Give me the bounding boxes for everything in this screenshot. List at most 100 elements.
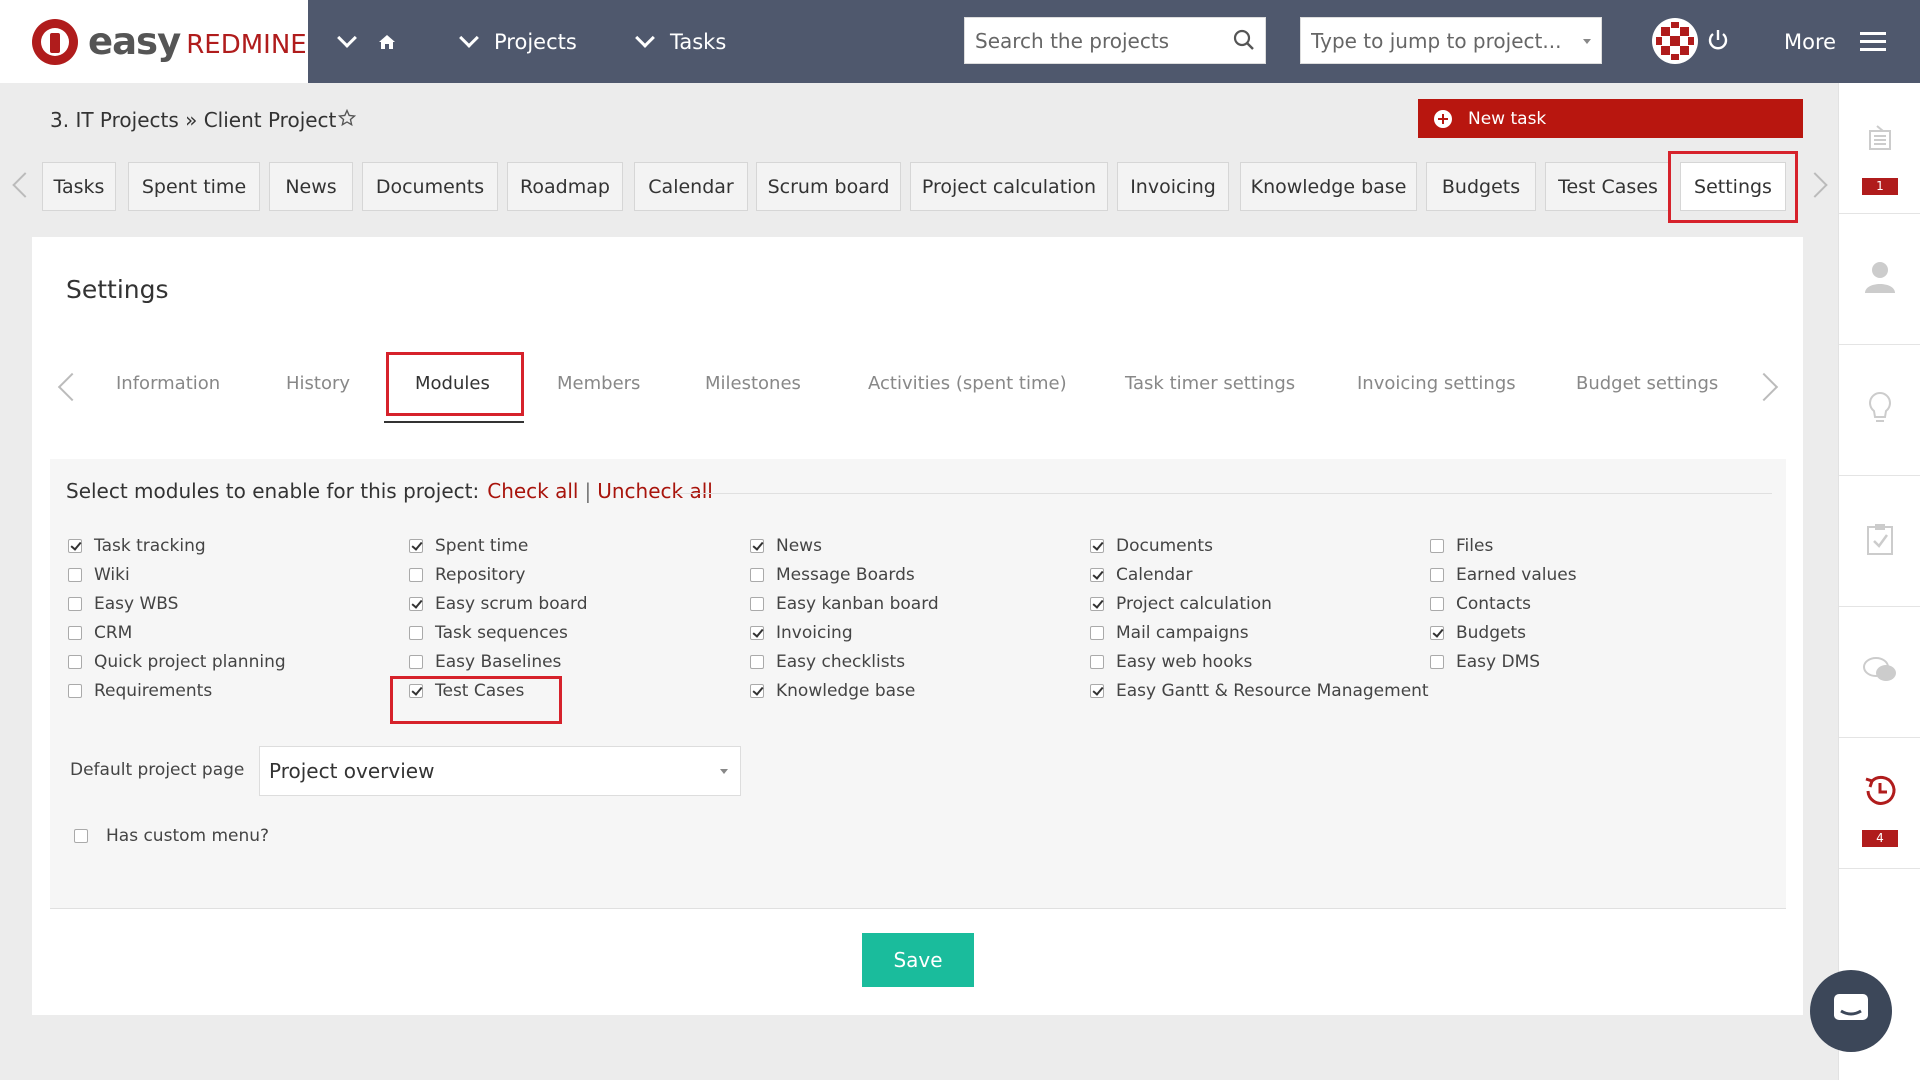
module-option[interactable]: Requirements	[68, 681, 212, 701]
module-option[interactable]: Easy Baselines	[409, 652, 561, 672]
module-checkbox[interactable]	[1090, 626, 1104, 640]
module-option[interactable]: Files	[1430, 536, 1493, 556]
power-icon[interactable]	[1707, 28, 1729, 56]
module-option[interactable]: Earned values	[1430, 565, 1577, 585]
module-option[interactable]: Spent time	[409, 536, 528, 556]
module-checkbox[interactable]	[750, 539, 764, 553]
jump-to-project-input[interactable]	[1311, 28, 1571, 53]
module-checkbox[interactable]	[68, 568, 82, 582]
module-checkbox[interactable]	[1090, 597, 1104, 611]
tasks-menu[interactable]: Tasks	[635, 0, 726, 83]
module-option[interactable]: Easy checklists	[750, 652, 905, 672]
check-all-link[interactable]: Check all	[487, 479, 578, 503]
tab-project-calculation[interactable]: Project calculation	[910, 162, 1108, 211]
module-checkbox[interactable]	[1430, 539, 1444, 553]
tab-knowledge-base[interactable]: Knowledge base	[1240, 162, 1417, 211]
module-checkbox[interactable]	[1090, 655, 1104, 669]
module-option[interactable]: CRM	[68, 623, 132, 643]
module-checkbox[interactable]	[750, 655, 764, 669]
default-page-select[interactable]: Project overview	[259, 746, 741, 796]
module-checkbox[interactable]	[68, 539, 82, 553]
module-option[interactable]: Easy web hooks	[1090, 652, 1252, 672]
tab-budgets[interactable]: Budgets	[1426, 162, 1536, 211]
module-checkbox[interactable]	[1430, 568, 1444, 582]
settings-tabs-right-icon[interactable]	[1749, 372, 1779, 402]
module-option[interactable]: Mail campaigns	[1090, 623, 1249, 643]
search-icon[interactable]	[1233, 29, 1255, 55]
avatar[interactable]	[1652, 18, 1698, 64]
scroll-left-icon[interactable]	[12, 172, 38, 198]
jump-to-project[interactable]	[1300, 17, 1602, 64]
module-option[interactable]: News	[750, 536, 822, 556]
save-button[interactable]: Save	[862, 933, 974, 987]
module-checkbox[interactable]	[68, 655, 82, 669]
new-task-button[interactable]: New task	[1418, 99, 1803, 138]
breadcrumb-text[interactable]: 3. IT Projects » Client Project	[50, 108, 336, 132]
module-option[interactable]: Easy kanban board	[750, 594, 939, 614]
tab-calendar[interactable]: Calendar	[634, 162, 748, 211]
tab-news[interactable]: News	[269, 162, 353, 211]
settings-tabs-left-icon[interactable]	[57, 372, 87, 402]
module-option[interactable]: Budgets	[1430, 623, 1526, 643]
module-checkbox[interactable]	[409, 539, 423, 553]
module-checkbox[interactable]	[68, 684, 82, 698]
custom-menu-option[interactable]: Has custom menu?	[74, 826, 269, 846]
module-checkbox[interactable]	[409, 626, 423, 640]
module-checkbox[interactable]	[1090, 539, 1104, 553]
tab-invoicing-settings[interactable]: Invoicing settings	[1357, 373, 1516, 394]
module-option[interactable]: Message Boards	[750, 565, 915, 585]
sidebar-item-history[interactable]: 4	[1839, 738, 1920, 869]
tab-tasks[interactable]: Tasks	[42, 162, 116, 211]
tab-information[interactable]: Information	[116, 373, 220, 394]
module-checkbox[interactable]	[68, 626, 82, 640]
module-checkbox[interactable]	[1430, 597, 1444, 611]
module-checkbox[interactable]	[1430, 655, 1444, 669]
module-checkbox[interactable]	[750, 568, 764, 582]
module-checkbox[interactable]	[409, 597, 423, 611]
sidebar-item-chat[interactable]	[1839, 607, 1920, 738]
star-icon[interactable]	[338, 108, 357, 132]
module-checkbox[interactable]	[1430, 626, 1444, 640]
module-checkbox[interactable]	[409, 568, 423, 582]
tab-test-cases[interactable]: Test Cases	[1545, 162, 1671, 211]
module-option[interactable]: Contacts	[1430, 594, 1531, 614]
module-option[interactable]: Easy scrum board	[409, 594, 588, 614]
scroll-right-icon[interactable]	[1802, 172, 1828, 198]
tab-spent-time[interactable]: Spent time	[128, 162, 260, 211]
module-checkbox[interactable]	[68, 597, 82, 611]
tab-task-timer-settings[interactable]: Task timer settings	[1125, 373, 1295, 394]
module-option[interactable]: Knowledge base	[750, 681, 915, 701]
tab-members[interactable]: Members	[557, 373, 640, 394]
sidebar-item-user[interactable]	[1839, 214, 1920, 345]
projects-menu[interactable]: Projects	[459, 0, 577, 83]
tab-scrum-board[interactable]: Scrum board	[756, 162, 901, 211]
sidebar-item-my-tasks[interactable]: 1	[1839, 83, 1920, 214]
module-option[interactable]: Task sequences	[409, 623, 568, 643]
module-option[interactable]: Repository	[409, 565, 525, 585]
module-option[interactable]: Project calculation	[1090, 594, 1272, 614]
tab-roadmap[interactable]: Roadmap	[507, 162, 623, 211]
tab-history[interactable]: History	[286, 373, 350, 394]
module-checkbox[interactable]	[1090, 684, 1104, 698]
module-option[interactable]: Easy Gantt & Resource Management	[1090, 681, 1429, 701]
module-option[interactable]: Wiki	[68, 565, 130, 585]
module-option[interactable]: Quick project planning	[68, 652, 286, 672]
module-checkbox[interactable]	[750, 626, 764, 640]
uncheck-all-link[interactable]: Uncheck all	[597, 479, 713, 503]
tab-budget-settings[interactable]: Budget settings	[1576, 373, 1718, 394]
module-checkbox[interactable]	[409, 655, 423, 669]
tab-documents[interactable]: Documents	[362, 162, 498, 211]
tab-milestones[interactable]: Milestones	[705, 373, 801, 394]
more-menu-button[interactable]: More	[1784, 0, 1887, 83]
module-option[interactable]: Calendar	[1090, 565, 1192, 585]
module-checkbox[interactable]	[1090, 568, 1104, 582]
tab-activities[interactable]: Activities (spent time)	[868, 373, 1067, 394]
quick-menu-button[interactable]	[337, 0, 396, 83]
logo[interactable]: easy REDMINE	[0, 0, 308, 83]
module-option[interactable]: Task tracking	[68, 536, 206, 556]
search-input[interactable]	[975, 28, 1225, 53]
module-option[interactable]: Easy WBS	[68, 594, 178, 614]
module-checkbox[interactable]	[750, 684, 764, 698]
module-option[interactable]: Documents	[1090, 536, 1213, 556]
tab-invoicing[interactable]: Invoicing	[1117, 162, 1229, 211]
